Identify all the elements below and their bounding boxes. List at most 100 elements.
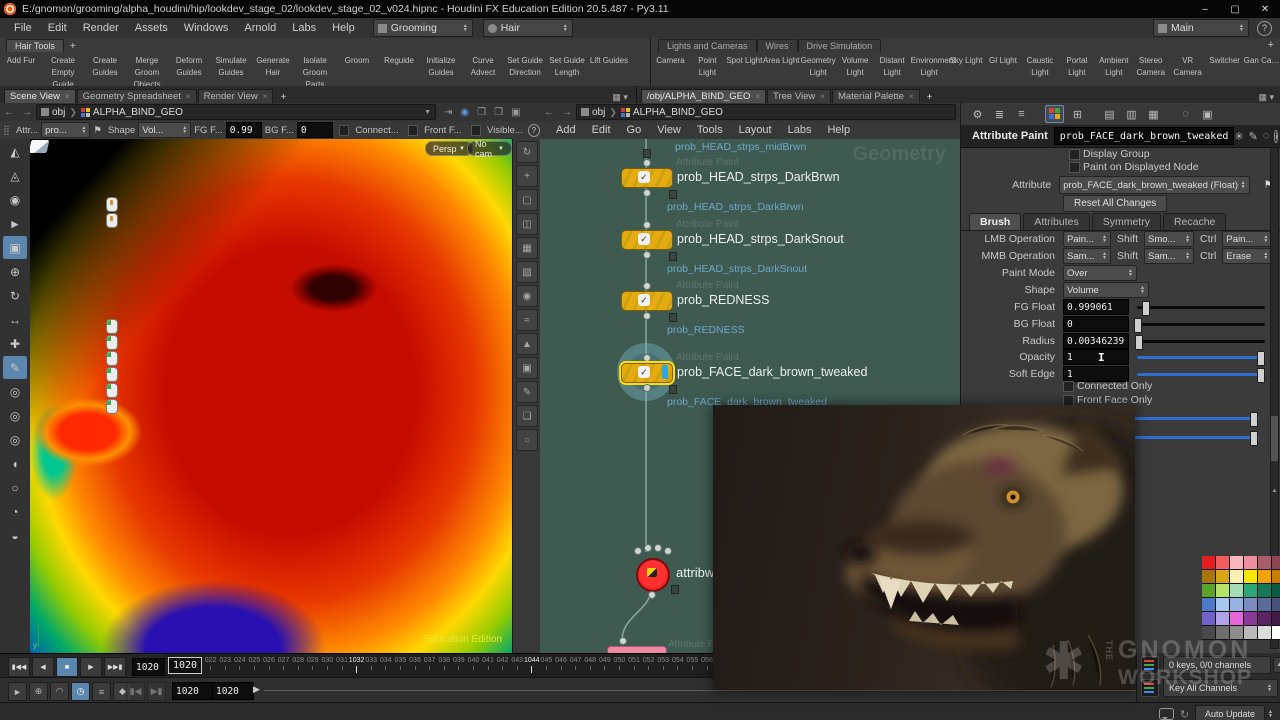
help-icon[interactable]: ? <box>528 124 540 137</box>
network-menu-item[interactable]: Tools <box>689 124 731 136</box>
side-tool-icon[interactable]: ◎ <box>3 404 27 427</box>
color-swatch[interactable] <box>1272 598 1280 611</box>
side-tool-icon[interactable]: ► <box>3 212 27 235</box>
color-swatch[interactable] <box>1258 612 1271 625</box>
display-option-icon[interactable]: ◉ <box>516 285 538 307</box>
desktop-selector[interactable]: Main ▲▼ <box>1153 19 1249 37</box>
visible-checkbox[interactable] <box>471 125 481 136</box>
network-menu-item[interactable]: Labs <box>780 124 820 136</box>
cube-icon[interactable]: ❒ <box>473 107 490 118</box>
color-swatch[interactable] <box>1216 626 1229 639</box>
reset-all-changes-button[interactable]: Reset All Changes <box>1063 195 1167 212</box>
jump-start-button[interactable]: ▮◀◀ <box>8 657 30 677</box>
network-menu-item[interactable]: Go <box>619 124 650 136</box>
shelf-tool[interactable]: Volume Light <box>837 54 874 78</box>
close-tab-icon[interactable]: × <box>909 92 914 101</box>
playbar-option-icon[interactable]: ◷ <box>71 682 90 701</box>
color-swatch[interactable] <box>1202 598 1215 611</box>
menu-item[interactable]: Render <box>75 22 127 34</box>
menu-item[interactable]: Arnold <box>236 22 284 34</box>
param-tab[interactable]: Recache <box>1163 213 1226 230</box>
side-tool-icon[interactable]: ✎ <box>3 356 27 379</box>
color-swatch[interactable] <box>1216 598 1229 611</box>
side-tool-icon[interactable]: ◔ <box>3 500 27 523</box>
close-button[interactable]: ✕ <box>1250 4 1280 15</box>
playbar-option-icon[interactable]: ⊕ <box>29 682 48 701</box>
maximize-button[interactable]: ▢ <box>1220 4 1250 15</box>
display-option-icon[interactable]: ▢ <box>516 189 538 211</box>
hair-shelf-selector[interactable]: Hair ▲▼ <box>483 19 573 37</box>
close-tab-icon[interactable]: × <box>186 92 191 101</box>
add-shelf-tab-button[interactable]: + <box>1268 39 1274 51</box>
menu-item[interactable]: Edit <box>40 22 75 34</box>
search-icon[interactable]: ◌ <box>1263 128 1270 144</box>
shelf-tool[interactable]: Area Light <box>763 54 800 66</box>
mmb-ctrl-select[interactable]: Erase▲▼ <box>1222 248 1272 264</box>
snapshot-icon[interactable]: ◉ <box>456 107 473 118</box>
side-tool-icon[interactable]: ↻ <box>3 284 27 307</box>
slider-track[interactable] <box>1137 356 1265 359</box>
color-swatch[interactable] <box>1244 570 1257 583</box>
back-icon[interactable]: ← <box>0 107 18 118</box>
side-tool-icon[interactable]: ○ <box>3 476 27 499</box>
output-connector[interactable] <box>643 312 651 320</box>
side-tool-icon[interactable]: ◒ <box>3 524 27 547</box>
color-swatch[interactable] <box>1258 556 1271 569</box>
display-option-icon[interactable]: ↻ <box>516 141 538 163</box>
pin-icon[interactable]: ⇥ <box>440 107 456 118</box>
side-tool-icon[interactable]: ◎ <box>3 380 27 403</box>
bg-field[interactable]: 0 <box>297 122 333 138</box>
color-swatch[interactable] <box>1258 570 1271 583</box>
stop-button[interactable]: ■ <box>56 657 78 677</box>
shelf-tool[interactable]: Caustic Light <box>1021 54 1058 78</box>
colored-grid-icon[interactable] <box>1045 105 1064 123</box>
color-swatch[interactable] <box>1272 584 1280 597</box>
display-option-icon[interactable]: ▲ <box>516 333 538 355</box>
extra-slider[interactable] <box>1129 417 1259 420</box>
shelf-tool[interactable]: Initialize Guides <box>420 54 462 78</box>
playhead-frame-box[interactable]: 1020 <box>168 657 202 674</box>
pane-tab[interactable]: Geometry Spreadsheet× <box>77 89 197 103</box>
shelf-tool[interactable]: Deform Guides <box>168 54 210 78</box>
color-swatch[interactable] <box>1202 556 1215 569</box>
connected-only-checkbox[interactable] <box>1063 381 1074 392</box>
value-field[interactable]: 0.00346239I <box>1063 333 1129 349</box>
add-pane-tab-button[interactable]: + <box>274 92 292 103</box>
display-option-icon[interactable]: ❏ <box>516 405 538 427</box>
output-connector[interactable] <box>648 591 656 599</box>
side-tool-icon[interactable]: ◎ <box>3 428 27 451</box>
input-connector[interactable] <box>634 547 642 555</box>
network-menu-item[interactable]: Add <box>548 124 584 136</box>
list-icon[interactable]: ≡ <box>1013 106 1030 122</box>
brush-icon[interactable]: ✎ <box>1249 128 1258 144</box>
drag-handle-icon[interactable]: ⣿ <box>3 125 10 136</box>
search-icon[interactable]: ◌ <box>1177 106 1194 122</box>
shelf-tool[interactable]: Point Light <box>689 54 726 78</box>
side-tool-icon[interactable]: ▣ <box>3 236 27 259</box>
color-swatch[interactable] <box>1244 584 1257 597</box>
color-swatch[interactable] <box>1258 598 1271 611</box>
value-field[interactable]: 0I <box>1063 316 1129 332</box>
gear-icon[interactable]: ✳ <box>1234 128 1243 144</box>
play-button[interactable]: ▶ <box>80 657 102 677</box>
color-swatch[interactable] <box>1230 570 1243 583</box>
display-option-icon[interactable]: ▧ <box>516 261 538 283</box>
range-handle-icon[interactable]: ▶ <box>253 684 260 695</box>
expand-icon[interactable]: ▲ <box>1273 657 1280 673</box>
playbar-option-icon[interactable]: ► <box>8 682 27 701</box>
color-swatch[interactable] <box>1230 584 1243 597</box>
pin-icon[interactable]: ⚑ <box>93 125 102 136</box>
attribute-select[interactable]: prob_FACE_dark_brown_tweaked (Float)▲▼ <box>1059 176 1249 194</box>
close-tab-icon[interactable]: × <box>65 92 70 101</box>
connect-checkbox[interactable] <box>339 125 349 136</box>
display-option-icon[interactable]: ▦ <box>516 237 538 259</box>
shelf-tool[interactable]: Environment Light <box>911 54 948 78</box>
color-swatch[interactable] <box>1244 556 1257 569</box>
projection-select[interactable]: Persp ▼ <box>425 141 473 156</box>
slider-handle[interactable] <box>1257 351 1265 366</box>
add-shelf-tab-button[interactable]: + <box>64 41 82 52</box>
input-connector[interactable] <box>643 282 651 290</box>
close-tab-icon[interactable]: × <box>755 92 760 101</box>
minimize-button[interactable]: – <box>1190 4 1220 15</box>
side-tool-icon[interactable]: ◉ <box>3 188 27 211</box>
